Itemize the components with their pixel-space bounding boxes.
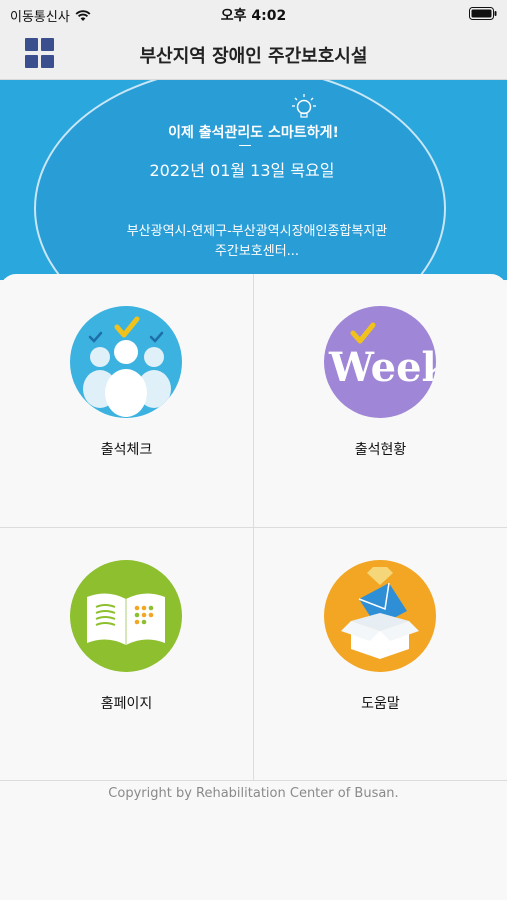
page-title: 부산지역 장애인 주간보호시설: [139, 46, 368, 67]
organization-name: 부산광역시-연제구-부산광역시장애인종합복지관: [126, 224, 388, 239]
menu-item-help[interactable]: 도움말: [254, 528, 507, 781]
banner-divider: [239, 145, 251, 146]
attendance-check-icon: [70, 306, 182, 418]
help-box-icon: [324, 560, 436, 672]
grid-divider-bottom: [0, 780, 507, 781]
book-icon: [70, 560, 182, 672]
menu-item-homepage[interactable]: 홈페이지: [0, 528, 253, 781]
week-calendar-icon: Week: [324, 306, 437, 418]
menu-item-attendance-status[interactable]: Week 출석현황: [254, 274, 507, 527]
menu-item-label: 출석체크: [100, 442, 153, 458]
banner-slogan: 이제 출석관리도 스마트하게!: [168, 125, 339, 141]
banner-date: 2022년 01월 13일 목요일: [149, 161, 335, 180]
copyright-text: Copyright by Rehabilitation Center of Bu…: [108, 786, 399, 801]
battery-icon: [469, 7, 497, 20]
grid-divider-horizontal: [0, 527, 507, 528]
lightbulb-icon: [292, 94, 316, 118]
banner: 이제 출석관리도 스마트하게! 2022년 01월 13일 목요일 부산광역시-…: [0, 80, 507, 280]
menu-item-label: 출석현황: [354, 442, 407, 458]
organization-name-cont: 주간보호센터...: [214, 244, 300, 259]
status-bar: 이동통신사 오후 4:02: [0, 0, 507, 28]
menu-item-attendance-check[interactable]: 출석체크: [0, 274, 253, 527]
menu-item-label: 도움말: [361, 696, 400, 712]
status-time: 오후 4:02: [220, 8, 287, 24]
menu-panel: 출석체크 Week 출석현황 홈페이지 도움말 Copyright by Reh…: [0, 274, 507, 900]
svg-text:Week: Week: [328, 344, 437, 391]
menu-grid: 출석체크 Week 출석현황 홈페이지 도움말: [0, 274, 507, 781]
menu-item-label: 홈페이지: [100, 696, 153, 712]
nav-bar: 부산지역 장애인 주간보호시설: [0, 28, 507, 80]
